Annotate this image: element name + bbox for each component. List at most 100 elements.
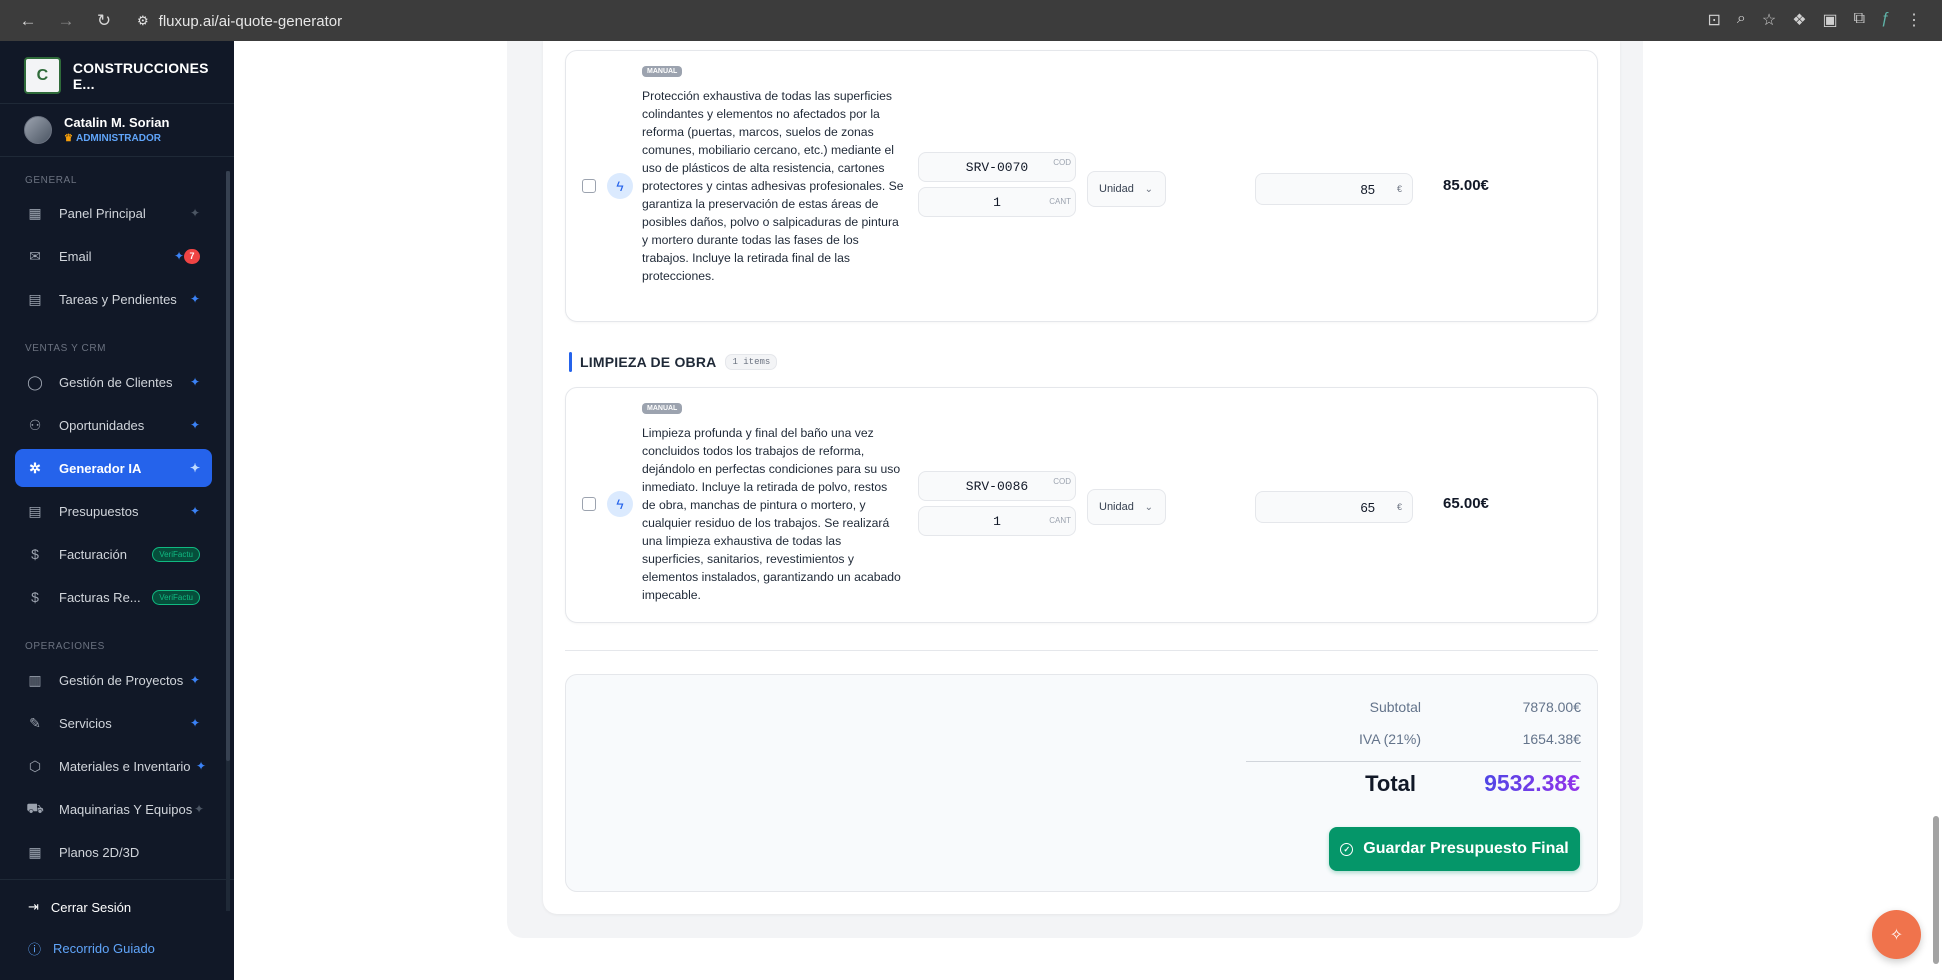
line-item: ϟ MANUAL Limpieza profunda y final del b… (565, 387, 1598, 623)
divider (0, 156, 234, 157)
item-code-value: SRV-0070 (965, 159, 1029, 175)
sidebar-item-label: Gestión de Clientes (59, 374, 173, 390)
sparkle-icon: ✦ (189, 673, 200, 687)
ai-assistant-fab[interactable]: ✧ (1872, 910, 1921, 959)
sidebar-item-materiales[interactable]: ⬡ Materiales e Inventario ✦ (15, 747, 212, 785)
item-checkbox[interactable] (582, 179, 596, 193)
item-description[interactable]: Protección exhaustiva de todas las super… (642, 87, 904, 285)
lightning-icon[interactable]: ϟ (607, 173, 633, 199)
box-icon: ⬡ (28, 757, 42, 774)
item-description[interactable]: Limpieza profunda y final del baño una v… (642, 424, 904, 604)
sparkle-icon: ✦ (189, 206, 200, 220)
currency-tag: € (1396, 502, 1402, 512)
sidebar-item-email[interactable]: ✉ Email ✦ 7 (15, 237, 212, 275)
check-circle-icon: ✓ (1340, 842, 1354, 856)
bookmark-star-icon[interactable]: ☆ (1762, 10, 1776, 30)
total-value: 9532.38€ (1484, 770, 1580, 796)
page-scrollbar[interactable] (1932, 46, 1940, 976)
user-profile[interactable]: Catalin M. Sorian ♛ ADMINISTRADOR (24, 115, 169, 144)
item-price-field[interactable]: 65 € (1255, 491, 1413, 523)
subtotal-label: Subtotal (1369, 699, 1421, 715)
sidebar-item-label: Facturas Re... (59, 589, 141, 605)
brand[interactable]: C CONSTRUCCIONES E... (24, 57, 234, 94)
sidebar-item-facturacion[interactable]: $ Facturación VeriFactu (15, 535, 212, 573)
sidebar-item-label: Tareas y Pendientes (59, 291, 177, 307)
sparkle-icon: ✦ (195, 759, 206, 773)
sidebar-item-clientes[interactable]: ◯ Gestión de Clientes ✦ (15, 363, 212, 401)
sidebar-item-oportunidades[interactable]: ⚇ Oportunidades ✦ (15, 406, 212, 444)
sidebar-item-presupuestos[interactable]: ▤ Presupuestos ✦ (15, 492, 212, 530)
unit-select[interactable]: Unidad ⌄ (1087, 171, 1166, 207)
item-checkbox[interactable] (582, 497, 596, 511)
line-item: ϟ MANUAL Protección exhaustiva de todas … (565, 50, 1598, 322)
sidebar-item-servicios[interactable]: ✎ Servicios ✦ (15, 704, 212, 742)
item-quantity-field[interactable]: 1 CANT (918, 187, 1076, 217)
sidebar-item-panel-principal[interactable]: ▦ Panel Principal ✦ (15, 194, 212, 232)
address-bar[interactable]: ⚙ fluxup.ai/ai-quote-generator (137, 8, 342, 34)
user-role: ♛ ADMINISTRADOR (64, 133, 169, 144)
extension-icon[interactable]: ❖ (1792, 10, 1806, 30)
clipboard-icon: ▤ (28, 290, 42, 307)
item-quantity-field[interactable]: 1 CANT (918, 506, 1076, 536)
currency-tag: € (1396, 184, 1402, 194)
document-icon: ▤ (28, 502, 42, 519)
logout-button[interactable]: ⇥ Cerrar Sesión (28, 899, 131, 915)
item-code-value: SRV-0086 (965, 478, 1029, 494)
users-icon: ⚇ (28, 416, 42, 433)
sidebar-item-planos[interactable]: ▦ Planos 2D/3D (15, 833, 212, 871)
sidebar-item-label: Materiales e Inventario (59, 758, 191, 774)
mail-icon: ✉ (29, 247, 41, 264)
sidebar-item-label: Oportunidades (59, 417, 145, 433)
manual-tag: MANUAL (642, 66, 683, 77)
building-icon: ▥ (28, 671, 42, 688)
save-final-quote-button[interactable]: ✓ Guardar Presupuesto Final (1329, 827, 1580, 871)
item-price-field[interactable]: 85 € (1255, 173, 1413, 205)
chevron-down-icon: ⌄ (1144, 501, 1153, 513)
user-icon: ◯ (27, 373, 43, 390)
item-code-field[interactable]: SRV-0070 COD (918, 152, 1076, 182)
guided-tour-label: Recorrido Guiado (53, 941, 155, 956)
screenshot-icon[interactable]: ▣ (1823, 10, 1838, 30)
reload-icon[interactable]: ↻ (94, 11, 114, 31)
item-price-value: 85 (1360, 181, 1375, 197)
site-settings-icon[interactable]: ⚙ (137, 13, 149, 29)
lightning-icon[interactable]: ϟ (607, 491, 633, 517)
sidebar-item-maquinarias[interactable]: ⛟ Maquinarias Y Equipos ✦ (15, 790, 212, 828)
forward-icon[interactable]: → (56, 11, 76, 31)
help-circle-icon: ⓘ (28, 942, 42, 957)
sidebar-item-label: Facturación (59, 546, 127, 562)
sparkle-icon: ✦ (189, 716, 200, 730)
profile-icon[interactable]: ƒ (1881, 10, 1890, 30)
menu-dots-icon[interactable]: ⋮ (1906, 10, 1922, 30)
sidebar-item-label: Planos 2D/3D (59, 844, 140, 860)
sparkle-icon: ✦ (193, 802, 204, 816)
extensions-puzzle-icon[interactable]: ⧉ (1854, 10, 1865, 30)
sparkle-icon: ✦ (189, 418, 200, 432)
code-tag: COD (1053, 477, 1071, 486)
page-scroll-thumb[interactable] (1933, 816, 1939, 964)
divider (0, 879, 234, 880)
sidebar-item-facturas-re[interactable]: $ Facturas Re... VeriFactu (15, 578, 212, 616)
sidebar-item-label: Presupuestos (59, 503, 139, 519)
install-app-icon[interactable]: ⊡ (1707, 10, 1720, 30)
item-qty-value: 1 (993, 194, 1001, 210)
sidebar-item-proyectos[interactable]: ▥ Gestión de Proyectos ✦ (15, 661, 212, 699)
logout-icon: ⇥ (28, 899, 39, 914)
sidebar-scroll-thumb[interactable] (226, 171, 230, 761)
url-text[interactable]: fluxup.ai/ai-quote-generator (159, 13, 342, 30)
guided-tour-button[interactable]: ⓘ Recorrido Guiado (28, 939, 155, 958)
chevron-down-icon: ⌄ (1144, 183, 1153, 195)
sidebar-item-tareas[interactable]: ▤ Tareas y Pendientes ✦ (15, 280, 212, 318)
back-icon[interactable]: ← (18, 11, 38, 31)
logout-label: Cerrar Sesión (50, 899, 132, 915)
code-tag: COD (1053, 158, 1071, 167)
total-label: Total (1365, 771, 1416, 796)
iva-value: 1654.38€ (1522, 731, 1581, 747)
zoom-icon[interactable]: ⌕ (1737, 10, 1746, 30)
unit-select[interactable]: Unidad ⌄ (1087, 489, 1166, 525)
sparkle-icon: ✦ (189, 504, 200, 518)
item-total: 65.00€ (1443, 495, 1489, 512)
item-code-field[interactable]: SRV-0086 COD (918, 471, 1076, 501)
section-title-general: GENERAL (25, 175, 77, 186)
sidebar-item-generador-ia[interactable]: ✲ Generador IA ✦ (15, 449, 212, 487)
